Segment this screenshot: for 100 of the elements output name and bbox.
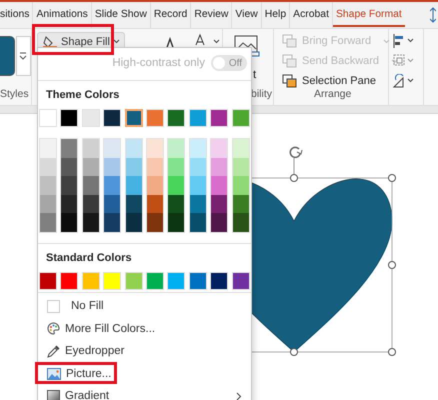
color-swatch[interactable] (39, 109, 57, 127)
color-swatch[interactable] (103, 272, 122, 290)
color-swatch[interactable] (167, 272, 186, 290)
color-swatch[interactable] (104, 176, 120, 195)
color-swatch[interactable] (104, 139, 120, 158)
high-contrast-label: High-contrast only (112, 57, 205, 69)
color-swatch[interactable] (167, 109, 186, 127)
ribbon-tab[interactable]: Animations (33, 2, 92, 28)
color-swatch[interactable] (188, 109, 207, 127)
bring-forward-icon (282, 74, 298, 88)
color-swatch[interactable] (190, 158, 206, 176)
color-swatch[interactable] (146, 139, 163, 158)
color-swatch[interactable] (40, 213, 56, 232)
color-swatch[interactable] (126, 194, 142, 214)
color-swatch[interactable] (210, 109, 228, 127)
color-swatch[interactable] (126, 213, 142, 232)
color-swatch[interactable] (61, 139, 78, 158)
color-swatch[interactable] (82, 272, 100, 290)
color-swatch[interactable] (190, 213, 206, 232)
color-swatch[interactable] (60, 272, 78, 290)
color-swatch[interactable] (61, 194, 78, 214)
color-swatch[interactable] (40, 176, 56, 195)
color-swatch[interactable] (211, 158, 228, 176)
color-swatch[interactable] (232, 272, 250, 290)
menu-item[interactable]: Eyedropper (38, 340, 251, 362)
color-swatch[interactable] (190, 139, 206, 158)
section-heading: Theme Colors (46, 89, 120, 103)
color-swatch[interactable] (82, 139, 99, 158)
sort-icon[interactable] (430, 7, 436, 23)
color-swatch[interactable] (232, 109, 250, 127)
group-label: Arrange (314, 88, 352, 100)
color-swatch[interactable] (40, 139, 56, 158)
color-swatch[interactable] (146, 158, 163, 176)
color-swatch[interactable] (60, 109, 78, 127)
color-swatch[interactable] (82, 158, 99, 176)
alt-text-label: t (253, 69, 256, 81)
color-swatch[interactable] (82, 109, 100, 127)
color-swatch[interactable] (188, 272, 207, 290)
ribbon-tab[interactable]: sitions (0, 2, 34, 28)
color-swatch[interactable] (61, 213, 78, 232)
color-swatch[interactable] (40, 158, 56, 176)
color-swatch[interactable] (168, 213, 184, 232)
arrange-command[interactable]: Selection Pane (282, 71, 376, 91)
caret-icon (112, 39, 120, 44)
eyedropper-icon (47, 344, 60, 358)
color-swatch[interactable] (146, 194, 163, 214)
group-icon[interactable] (393, 54, 415, 68)
color-swatch[interactable] (211, 194, 228, 214)
color-swatch[interactable] (232, 194, 249, 214)
color-swatch[interactable] (146, 109, 164, 127)
ribbon-tab[interactable]: View (232, 2, 262, 28)
color-swatch[interactable] (232, 158, 249, 176)
color-swatch[interactable] (146, 176, 163, 195)
color-swatch[interactable] (82, 213, 99, 232)
color-swatch[interactable] (210, 272, 228, 290)
color-swatch[interactable] (146, 272, 164, 290)
color-swatch[interactable] (104, 158, 120, 176)
ribbon-tab[interactable]: Record (150, 2, 192, 28)
color-swatch[interactable] (211, 176, 228, 195)
color-swatch[interactable] (168, 176, 184, 195)
color-swatch[interactable] (124, 109, 143, 127)
ribbon-tab[interactable]: Acrobat (290, 2, 333, 28)
color-swatch[interactable] (190, 194, 206, 214)
align-icon[interactable] (393, 34, 415, 48)
color-swatch[interactable] (190, 176, 206, 195)
picture-icon (47, 368, 61, 380)
color-swatch[interactable] (126, 139, 142, 158)
menu-item[interactable]: Gradient (38, 384, 251, 400)
color-swatch[interactable] (126, 158, 142, 176)
rotate-icon[interactable] (393, 74, 415, 88)
color-swatch[interactable] (211, 139, 228, 158)
color-swatch[interactable] (146, 213, 163, 232)
color-swatch[interactable] (232, 176, 249, 195)
color-swatch[interactable] (103, 109, 122, 127)
caret-icon (383, 38, 390, 44)
color-swatch[interactable] (104, 194, 120, 214)
color-swatch[interactable] (104, 213, 120, 232)
ribbon-tab[interactable]: Slide Show (92, 2, 151, 28)
color-swatch[interactable] (232, 213, 249, 232)
menu-item[interactable]: Picture... (38, 362, 251, 385)
color-swatch[interactable] (82, 194, 99, 214)
more-styles-button[interactable] (16, 36, 31, 76)
color-swatch[interactable] (40, 194, 56, 214)
color-swatch[interactable] (126, 176, 142, 195)
ribbon-tab[interactable]: Help (262, 2, 290, 28)
menu-item[interactable]: More Fill Colors... (38, 317, 251, 340)
color-swatch[interactable] (168, 139, 184, 158)
color-swatch[interactable] (211, 213, 228, 232)
color-swatch[interactable] (39, 272, 57, 290)
color-swatch[interactable] (168, 158, 184, 176)
menu-item[interactable]: No Fill (38, 294, 251, 318)
color-swatch[interactable] (82, 176, 99, 195)
ribbon-tab[interactable]: Shape Format (332, 3, 405, 27)
color-swatch[interactable] (61, 176, 78, 195)
color-swatch[interactable] (232, 139, 249, 158)
color-swatch[interactable] (61, 158, 78, 176)
color-swatch[interactable] (124, 272, 143, 290)
gradient-icon (47, 390, 60, 400)
color-swatch[interactable] (168, 194, 184, 214)
ribbon-tab[interactable]: Review (191, 2, 232, 28)
